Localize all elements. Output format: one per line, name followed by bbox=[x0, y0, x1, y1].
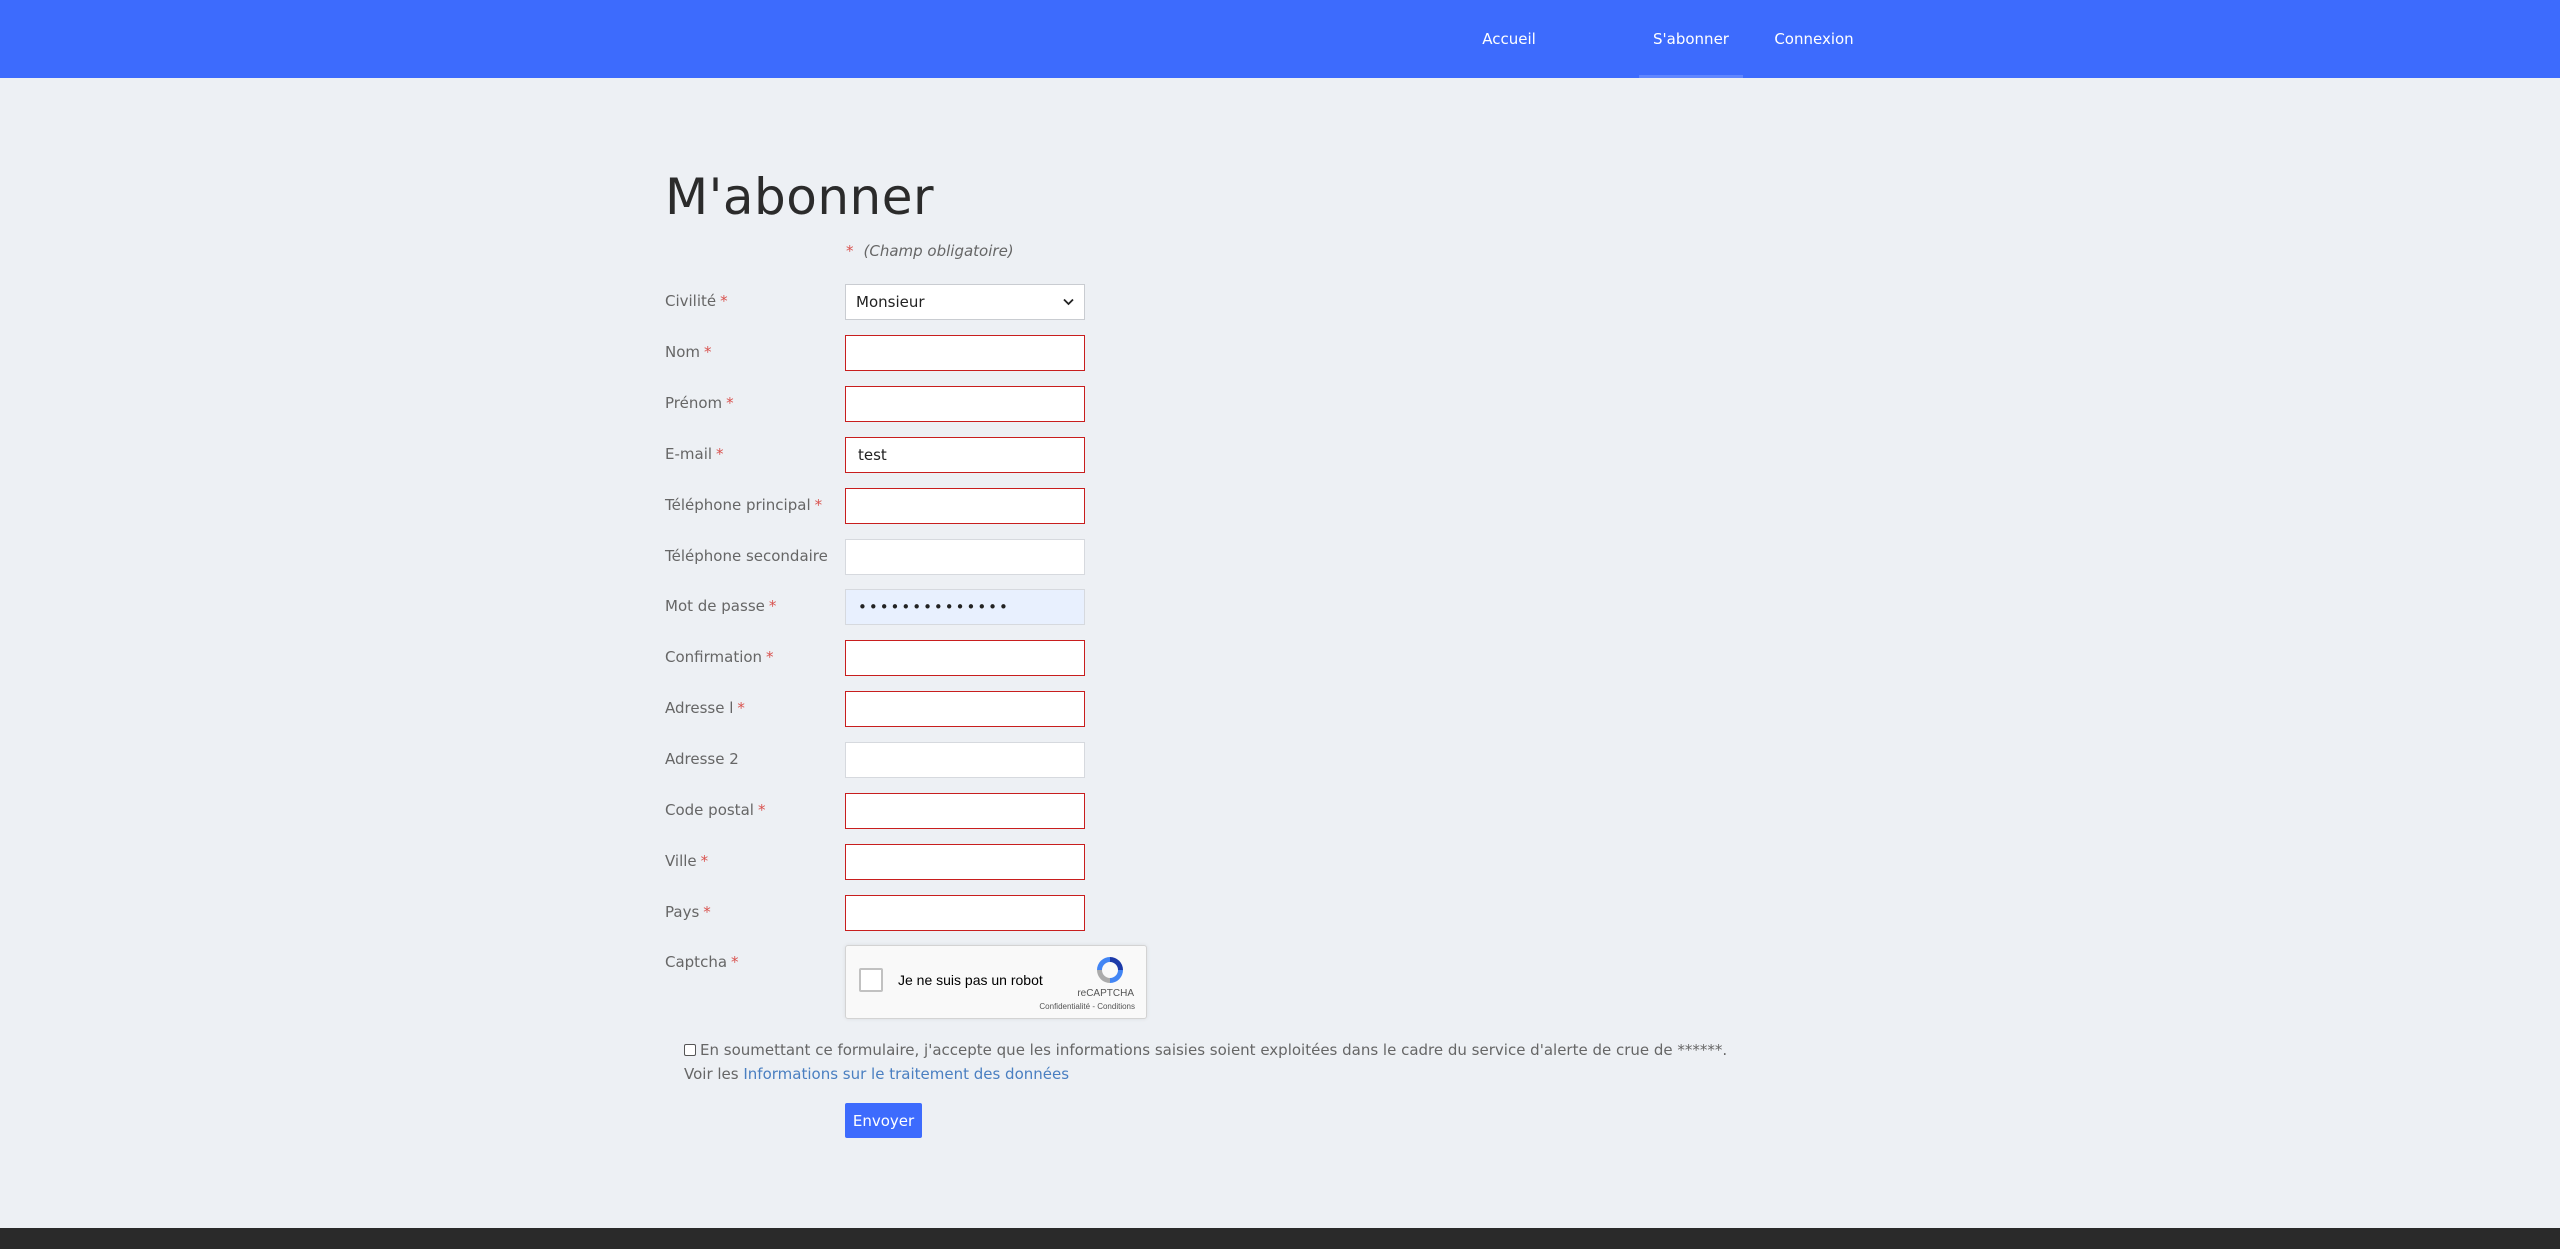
consent-info-line: Voir les Informations sur le traitement … bbox=[684, 1062, 1727, 1086]
password-label: Mot de passe * bbox=[665, 594, 776, 618]
confirmation-input[interactable] bbox=[845, 640, 1085, 676]
required-star: * bbox=[766, 648, 774, 666]
required-star: * bbox=[814, 496, 823, 514]
top-navbar: Accueil S'abonner Connexion bbox=[0, 0, 2560, 78]
tel1-label: Téléphone principal * bbox=[665, 493, 822, 517]
adresse2-label: Adresse 2 bbox=[665, 747, 739, 771]
password-input[interactable] bbox=[845, 589, 1085, 625]
required-star: * bbox=[731, 953, 739, 971]
civilite-select[interactable]: Monsieur bbox=[845, 284, 1085, 320]
recaptcha-checkbox[interactable] bbox=[859, 968, 883, 992]
consent-checkbox[interactable] bbox=[684, 1044, 696, 1056]
tel2-label-text: Téléphone secondaire bbox=[665, 547, 828, 565]
tel2-input[interactable] bbox=[845, 539, 1085, 575]
nom-label-text: Nom bbox=[665, 343, 701, 361]
consent-block: En soumettant ce formulaire, j'accepte q… bbox=[684, 1038, 1727, 1086]
civilite-selected-value: Monsieur bbox=[856, 293, 925, 311]
tel2-label: Téléphone secondaire bbox=[665, 544, 828, 568]
civilite-label: Civilité * bbox=[665, 289, 728, 313]
cp-input[interactable] bbox=[845, 793, 1085, 829]
email-label: E-mail * bbox=[665, 442, 724, 466]
consent-text: En soumettant ce formulaire, j'accepte q… bbox=[700, 1041, 1728, 1059]
email-input[interactable] bbox=[845, 437, 1085, 473]
civilite-label-text: Civilité bbox=[665, 292, 717, 310]
adresse1-input[interactable] bbox=[845, 691, 1085, 727]
recaptcha-widget: Je ne suis pas un robot reCAPTCHA Confid… bbox=[845, 945, 1147, 1019]
required-star: * bbox=[737, 699, 745, 717]
chevron-down-icon bbox=[1063, 295, 1074, 309]
data-processing-info-link[interactable]: Informations sur le traitement des donné… bbox=[743, 1065, 1069, 1083]
adresse2-label-text: Adresse 2 bbox=[665, 750, 739, 768]
cp-label-text: Code postal bbox=[665, 801, 754, 819]
recaptcha-terms-link[interactable]: Confidentialité - Conditions bbox=[1039, 1002, 1135, 1011]
required-note: * (Champ obligatoire) bbox=[846, 242, 1014, 260]
nom-input[interactable] bbox=[845, 335, 1085, 371]
adresse1-label-text: Adresse l bbox=[665, 699, 734, 717]
required-star: * bbox=[726, 394, 734, 412]
required-star: * bbox=[757, 801, 766, 819]
pays-label: Pays * bbox=[665, 900, 711, 924]
password-label-text: Mot de passe bbox=[665, 597, 765, 615]
nav-abonner-link[interactable]: S'abonner bbox=[1639, 0, 1743, 78]
pays-label-text: Pays bbox=[665, 903, 700, 921]
confirmation-label-text: Confirmation bbox=[665, 648, 763, 666]
nav-connexion-link[interactable]: Connexion bbox=[1766, 0, 1862, 78]
pays-input[interactable] bbox=[845, 895, 1085, 931]
ville-label-text: Ville bbox=[665, 852, 697, 870]
required-star: * bbox=[768, 597, 777, 615]
tel1-label-text: Téléphone principal bbox=[665, 496, 811, 514]
footer-bar bbox=[0, 1228, 2560, 1249]
required-note-text: (Champ obligatoire) bbox=[863, 242, 1014, 260]
page-title: M'abonner bbox=[665, 168, 935, 226]
ville-input[interactable] bbox=[845, 844, 1085, 880]
captcha-label-text: Captcha bbox=[665, 953, 728, 971]
prenom-label: Prénom * bbox=[665, 391, 734, 415]
submit-button[interactable]: Envoyer bbox=[845, 1103, 922, 1138]
nom-label: Nom * bbox=[665, 340, 712, 364]
recaptcha-logo-icon bbox=[1094, 954, 1126, 986]
cp-label: Code postal * bbox=[665, 798, 765, 822]
ville-label: Ville * bbox=[665, 849, 708, 873]
adresse1-label: Adresse l * bbox=[665, 696, 745, 720]
nav-accueil-link[interactable]: Accueil bbox=[1466, 0, 1552, 78]
required-star: * bbox=[703, 903, 711, 921]
captcha-label: Captcha * bbox=[665, 950, 739, 974]
recaptcha-text: Je ne suis pas un robot bbox=[898, 972, 1043, 988]
consent-see-text: Voir les bbox=[684, 1065, 739, 1083]
tel1-input[interactable] bbox=[845, 488, 1085, 524]
required-star: * bbox=[716, 445, 724, 463]
prenom-label-text: Prénom bbox=[665, 394, 723, 412]
confirmation-label: Confirmation * bbox=[665, 645, 774, 669]
required-star: * bbox=[704, 343, 712, 361]
required-star: * bbox=[846, 242, 854, 260]
consent-line: En soumettant ce formulaire, j'accepte q… bbox=[684, 1038, 1727, 1062]
recaptcha-brand: reCAPTCHA bbox=[1077, 988, 1134, 999]
adresse2-input[interactable] bbox=[845, 742, 1085, 778]
prenom-input[interactable] bbox=[845, 386, 1085, 422]
required-star: * bbox=[700, 852, 709, 870]
required-star: * bbox=[720, 292, 728, 310]
email-label-text: E-mail bbox=[665, 445, 713, 463]
